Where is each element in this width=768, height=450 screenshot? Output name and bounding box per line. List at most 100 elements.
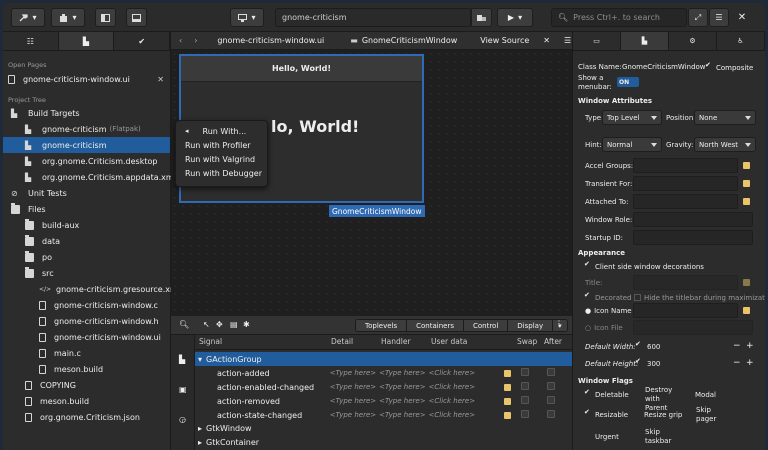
type-combo[interactable]: Top Level	[602, 110, 662, 125]
swap-checkbox[interactable]	[520, 410, 529, 418]
flag-deletable[interactable]: Deletable	[584, 388, 629, 399]
menu-item-debugger[interactable]: Run with Debugger	[176, 166, 267, 180]
gravity-combo[interactable]: North West	[694, 137, 756, 152]
new-document-button[interactable]: ▾	[51, 8, 85, 27]
build-menu-button[interactable]: ▾	[11, 8, 45, 27]
detail-cell[interactable]: <Type here>	[330, 369, 379, 377]
palette-tab[interactable]: Control	[463, 320, 509, 331]
window-role-field[interactable]	[633, 212, 753, 227]
user-data-cell[interactable]: <Click here>	[429, 397, 504, 405]
increment-icon[interactable]: +	[746, 341, 754, 351]
handler-cell[interactable]: <Type here>	[379, 383, 428, 391]
tree-item[interactable]: ▙ Build Targets	[3, 105, 170, 121]
tab-build-panel[interactable]: ▙	[58, 32, 115, 50]
tree-item[interactable]: gnome-criticism-window.c	[3, 297, 170, 313]
tree-item[interactable]: ▙ gnome-criticism (Flatpak)	[3, 121, 170, 137]
tab-widget[interactable]: ▭	[573, 32, 621, 50]
palette-menu-icon[interactable]: ⋮	[555, 319, 563, 328]
edit-icon[interactable]	[743, 162, 750, 169]
col-detail[interactable]: Detail	[331, 337, 381, 349]
search-icon[interactable]: 🔍︎	[179, 320, 189, 329]
pin-tool-icon[interactable]: ✱	[243, 320, 250, 329]
signal-row[interactable]: action-added <Type here> <Type here> <Click…	[195, 366, 572, 380]
tree-item[interactable]: po	[3, 249, 170, 265]
increment-icon[interactable]: +	[746, 358, 754, 368]
user-data-cell[interactable]: <Click here>	[429, 383, 504, 391]
tree-item[interactable]: COPYING	[3, 377, 170, 393]
preview-label[interactable]: lo, World!	[271, 117, 359, 136]
editor-menu-icon[interactable]: ☰	[564, 36, 571, 45]
tab-common[interactable]: ⚙	[669, 32, 717, 50]
select-tool-icon[interactable]: ▤	[230, 320, 238, 329]
tree-item[interactable]: meson.build	[3, 393, 170, 409]
hide-titlebar-checkbox[interactable]: Hide the titlebar during maximization	[634, 293, 765, 302]
flag-urgent[interactable]: Urgent	[585, 432, 619, 441]
swap-checkbox[interactable]	[520, 396, 529, 404]
tree-item[interactable]: ▙ gnome-criticism	[3, 137, 170, 153]
device-menu-button[interactable]: ▾	[230, 8, 264, 27]
build-status-button[interactable]	[471, 8, 492, 27]
title-field[interactable]	[633, 275, 738, 290]
edit-icon[interactable]	[743, 198, 750, 205]
tree-item[interactable]: gnome-criticism-window.ui	[3, 329, 170, 345]
after-checkbox[interactable]	[547, 368, 556, 376]
tab-todo[interactable]: ✔	[114, 32, 171, 50]
transient-for-field[interactable]	[633, 176, 738, 191]
icon-file-field[interactable]	[633, 320, 753, 335]
user-data-cell[interactable]: <Click here>	[429, 369, 504, 377]
col-swap[interactable]: Swap	[517, 337, 544, 349]
composite-checkbox[interactable]: Composite	[705, 61, 753, 72]
back-arrow-icon[interactable]: ‹	[179, 36, 182, 45]
menu-item-run-with[interactable]: ◂ Run With...	[176, 124, 267, 138]
icon-name-radio[interactable]: ● Icon Name	[585, 307, 632, 315]
handler-cell[interactable]: <Type here>	[379, 369, 428, 377]
icon-file-radio[interactable]: ○ Icon File	[585, 324, 623, 332]
tree-item[interactable]: ▙ org.gnome.Criticism.desktop	[3, 153, 170, 169]
signal-group-row[interactable]: ▾ GActionGroup	[195, 352, 572, 366]
user-data-cell[interactable]: <Click here>	[429, 411, 504, 419]
detail-cell[interactable]: <Type here>	[330, 411, 379, 419]
handler-cell[interactable]: <Type here>	[379, 411, 428, 419]
search-entry[interactable]: 🔍︎ Press Ctrl+. to search	[551, 8, 687, 27]
signal-row[interactable]: action-state-changed <Type here> <Type her…	[195, 408, 572, 422]
close-editor-icon[interactable]: ✕	[543, 36, 550, 45]
window-close-button[interactable]: ✕	[735, 10, 749, 24]
fullscreen-button[interactable]: ⤢	[688, 8, 708, 27]
height-checkbox[interactable]	[635, 357, 643, 367]
after-checkbox[interactable]	[547, 382, 556, 390]
col-user-data[interactable]: User data	[431, 337, 517, 349]
position-combo[interactable]: None	[694, 110, 756, 125]
signal-group-row[interactable]: ▸ GtkWindow	[195, 421, 572, 435]
accel-groups-field[interactable]	[633, 158, 738, 173]
tab-accessibility[interactable]: ♿	[717, 32, 765, 50]
tab-project-tree[interactable]: ☷	[3, 32, 59, 50]
flag-skip-taskbar[interactable]: Skip taskbar	[634, 428, 674, 446]
csd-checkbox[interactable]: Client side window decorations	[584, 260, 704, 271]
signal-row[interactable]: action-enabled-changed <Type here> <Type h…	[195, 380, 572, 394]
view-source-button[interactable]: View Source	[480, 36, 529, 45]
signal-row[interactable]: action-removed <Type here> <Type here> <Cli…	[195, 394, 572, 408]
menu-item-profiler[interactable]: Run with Profiler	[176, 138, 267, 152]
after-checkbox[interactable]	[547, 396, 556, 404]
tree-item[interactable]: main.c	[3, 345, 170, 361]
tree-item[interactable]: data	[3, 233, 170, 249]
edit-icon[interactable]	[743, 307, 750, 314]
decorated-checkbox[interactable]: Decorated	[584, 291, 632, 302]
editor-tab-object[interactable]: GnomeCriticismWindow	[362, 36, 457, 45]
col-after[interactable]: After	[544, 337, 569, 349]
tree-item[interactable]: org.gnome.Criticism.json	[3, 409, 170, 425]
tree-item[interactable]: meson.build	[3, 361, 170, 377]
history-icon[interactable]: ◶	[179, 415, 186, 424]
menubar-switch[interactable]: ON	[617, 77, 639, 87]
edit-icon[interactable]	[503, 369, 511, 377]
flag-resizable[interactable]: Resizable	[584, 408, 628, 419]
after-checkbox[interactable]	[547, 410, 556, 418]
decrement-icon[interactable]: −	[733, 358, 741, 368]
icon-name-field[interactable]	[633, 303, 738, 318]
tree-item[interactable]: ⊘ Unit Tests	[3, 185, 170, 201]
main-menu-button[interactable]: ☰	[709, 8, 729, 27]
swap-checkbox[interactable]	[520, 368, 529, 376]
build-status-entry[interactable]: gnome-criticism	[275, 8, 471, 27]
col-handler[interactable]: Handler	[381, 337, 431, 349]
menu-item-valgrind[interactable]: Run with Valgrind	[176, 152, 267, 166]
